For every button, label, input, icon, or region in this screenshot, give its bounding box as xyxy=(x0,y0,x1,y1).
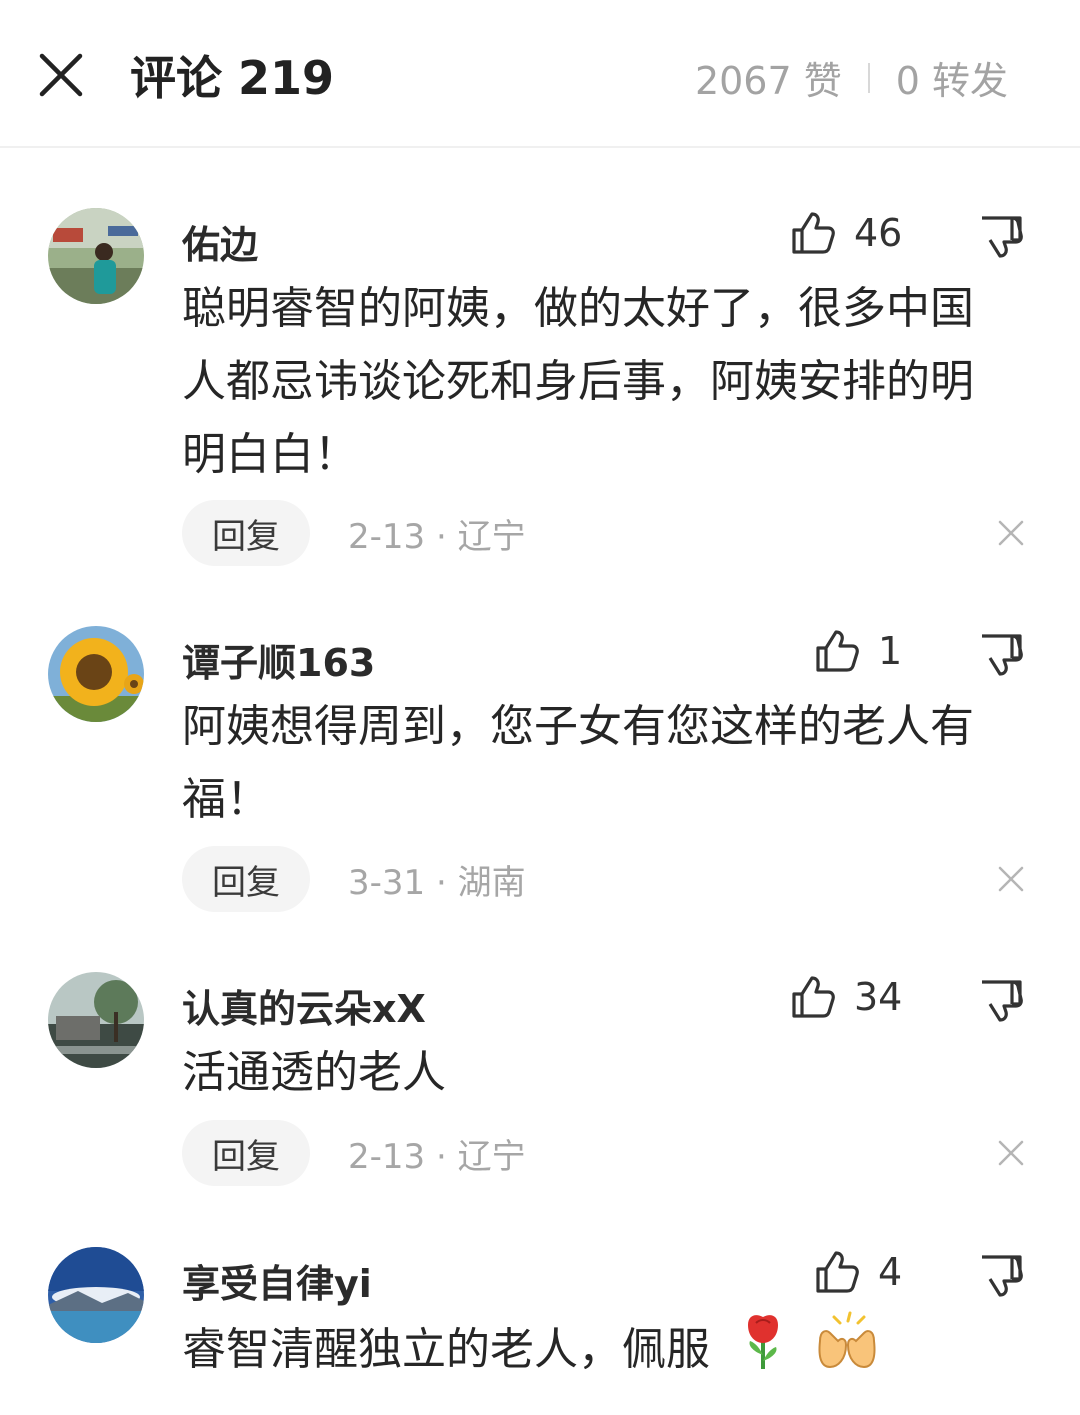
close-button[interactable] xyxy=(36,50,86,100)
thumbs-up-icon xyxy=(816,1251,859,1293)
comment-date-location: 2-13 · 辽宁 xyxy=(348,516,526,557)
comment-text: 睿智清醒独立的老人，佩服 xyxy=(182,1311,1012,1393)
avatar[interactable] xyxy=(48,1247,144,1343)
like-count: 1 xyxy=(878,629,903,673)
comment-date-location: 2-13 · 辽宁 xyxy=(348,1136,526,1177)
shares-count: 0 转发 xyxy=(895,59,1008,103)
comment-meta: 回复 2-13 · 辽宁 xyxy=(182,1120,526,1186)
reply-button[interactable]: 回复 xyxy=(182,1120,310,1186)
dislike-button[interactable] xyxy=(978,632,1024,682)
comment-meta: 回复 3-31 · 湖南 xyxy=(182,846,526,912)
like-button[interactable]: 46 xyxy=(790,210,902,256)
post-stats: 2067 赞 0 转发 xyxy=(695,50,1008,105)
likes-count: 2067 赞 xyxy=(694,59,842,103)
reply-button[interactable]: 回复 xyxy=(182,846,310,912)
dismiss-x-icon xyxy=(998,520,1024,546)
comments-title: 评论 219 xyxy=(130,51,335,105)
dismiss-button[interactable] xyxy=(996,518,1026,552)
stats-divider xyxy=(867,62,870,93)
comment-date-location: 3-31 · 湖南 xyxy=(348,862,526,903)
like-count: 34 xyxy=(854,975,903,1019)
comment-text: 聪明睿智的阿姨，做的太好了，很多中国人都忌讳谈论死和身后事，阿姨安排的明明白白！ xyxy=(182,283,974,480)
thumbs-down-icon xyxy=(982,980,1023,1022)
comment-text: 活通透的老人 xyxy=(182,1047,446,1098)
comment-text: 阿姨想得周到，您子女有您这样的老人有福！ xyxy=(182,701,974,825)
thumbs-down-icon xyxy=(982,216,1023,258)
dismiss-button[interactable] xyxy=(996,864,1026,898)
reply-button[interactable]: 回复 xyxy=(182,500,310,566)
comment-text-body: 睿智清醒独立的老人，佩服 xyxy=(182,1324,710,1375)
dislike-button[interactable] xyxy=(978,1253,1024,1303)
thumbs-up-icon xyxy=(792,212,835,254)
thumbs-down-icon xyxy=(982,634,1023,676)
comment-username[interactable]: 佑边 xyxy=(182,214,258,269)
like-button[interactable]: 34 xyxy=(790,974,902,1020)
dismiss-button[interactable] xyxy=(996,1138,1026,1172)
comment-meta: 回复 2-13 · 辽宁 xyxy=(182,500,526,566)
comment-username[interactable]: 认真的云朵xX xyxy=(182,978,426,1033)
like-button[interactable]: 4 xyxy=(814,1249,902,1295)
dislike-button[interactable] xyxy=(978,214,1024,264)
thumbs-up-icon xyxy=(792,976,835,1018)
like-count: 4 xyxy=(878,1250,903,1294)
dislike-button[interactable] xyxy=(978,978,1024,1028)
like-button[interactable]: 1 xyxy=(814,628,902,674)
like-count: 46 xyxy=(854,211,903,255)
clapping-hands-emoji xyxy=(812,1311,882,1393)
avatar[interactable] xyxy=(48,208,144,304)
avatar[interactable] xyxy=(48,626,144,722)
comment-username[interactable]: 谭子顺163 xyxy=(182,632,375,687)
thumbs-up-icon xyxy=(816,630,859,672)
thumbs-down-icon xyxy=(982,1255,1023,1297)
avatar[interactable] xyxy=(48,972,144,1068)
dismiss-x-icon xyxy=(998,1140,1024,1166)
rose-emoji xyxy=(738,1311,788,1393)
comments-header: 评论 219 2067 赞 0 转发 xyxy=(0,0,1080,148)
comment-username[interactable]: 享受自律yi xyxy=(182,1253,372,1308)
close-icon xyxy=(39,53,83,97)
dismiss-x-icon xyxy=(998,866,1024,892)
